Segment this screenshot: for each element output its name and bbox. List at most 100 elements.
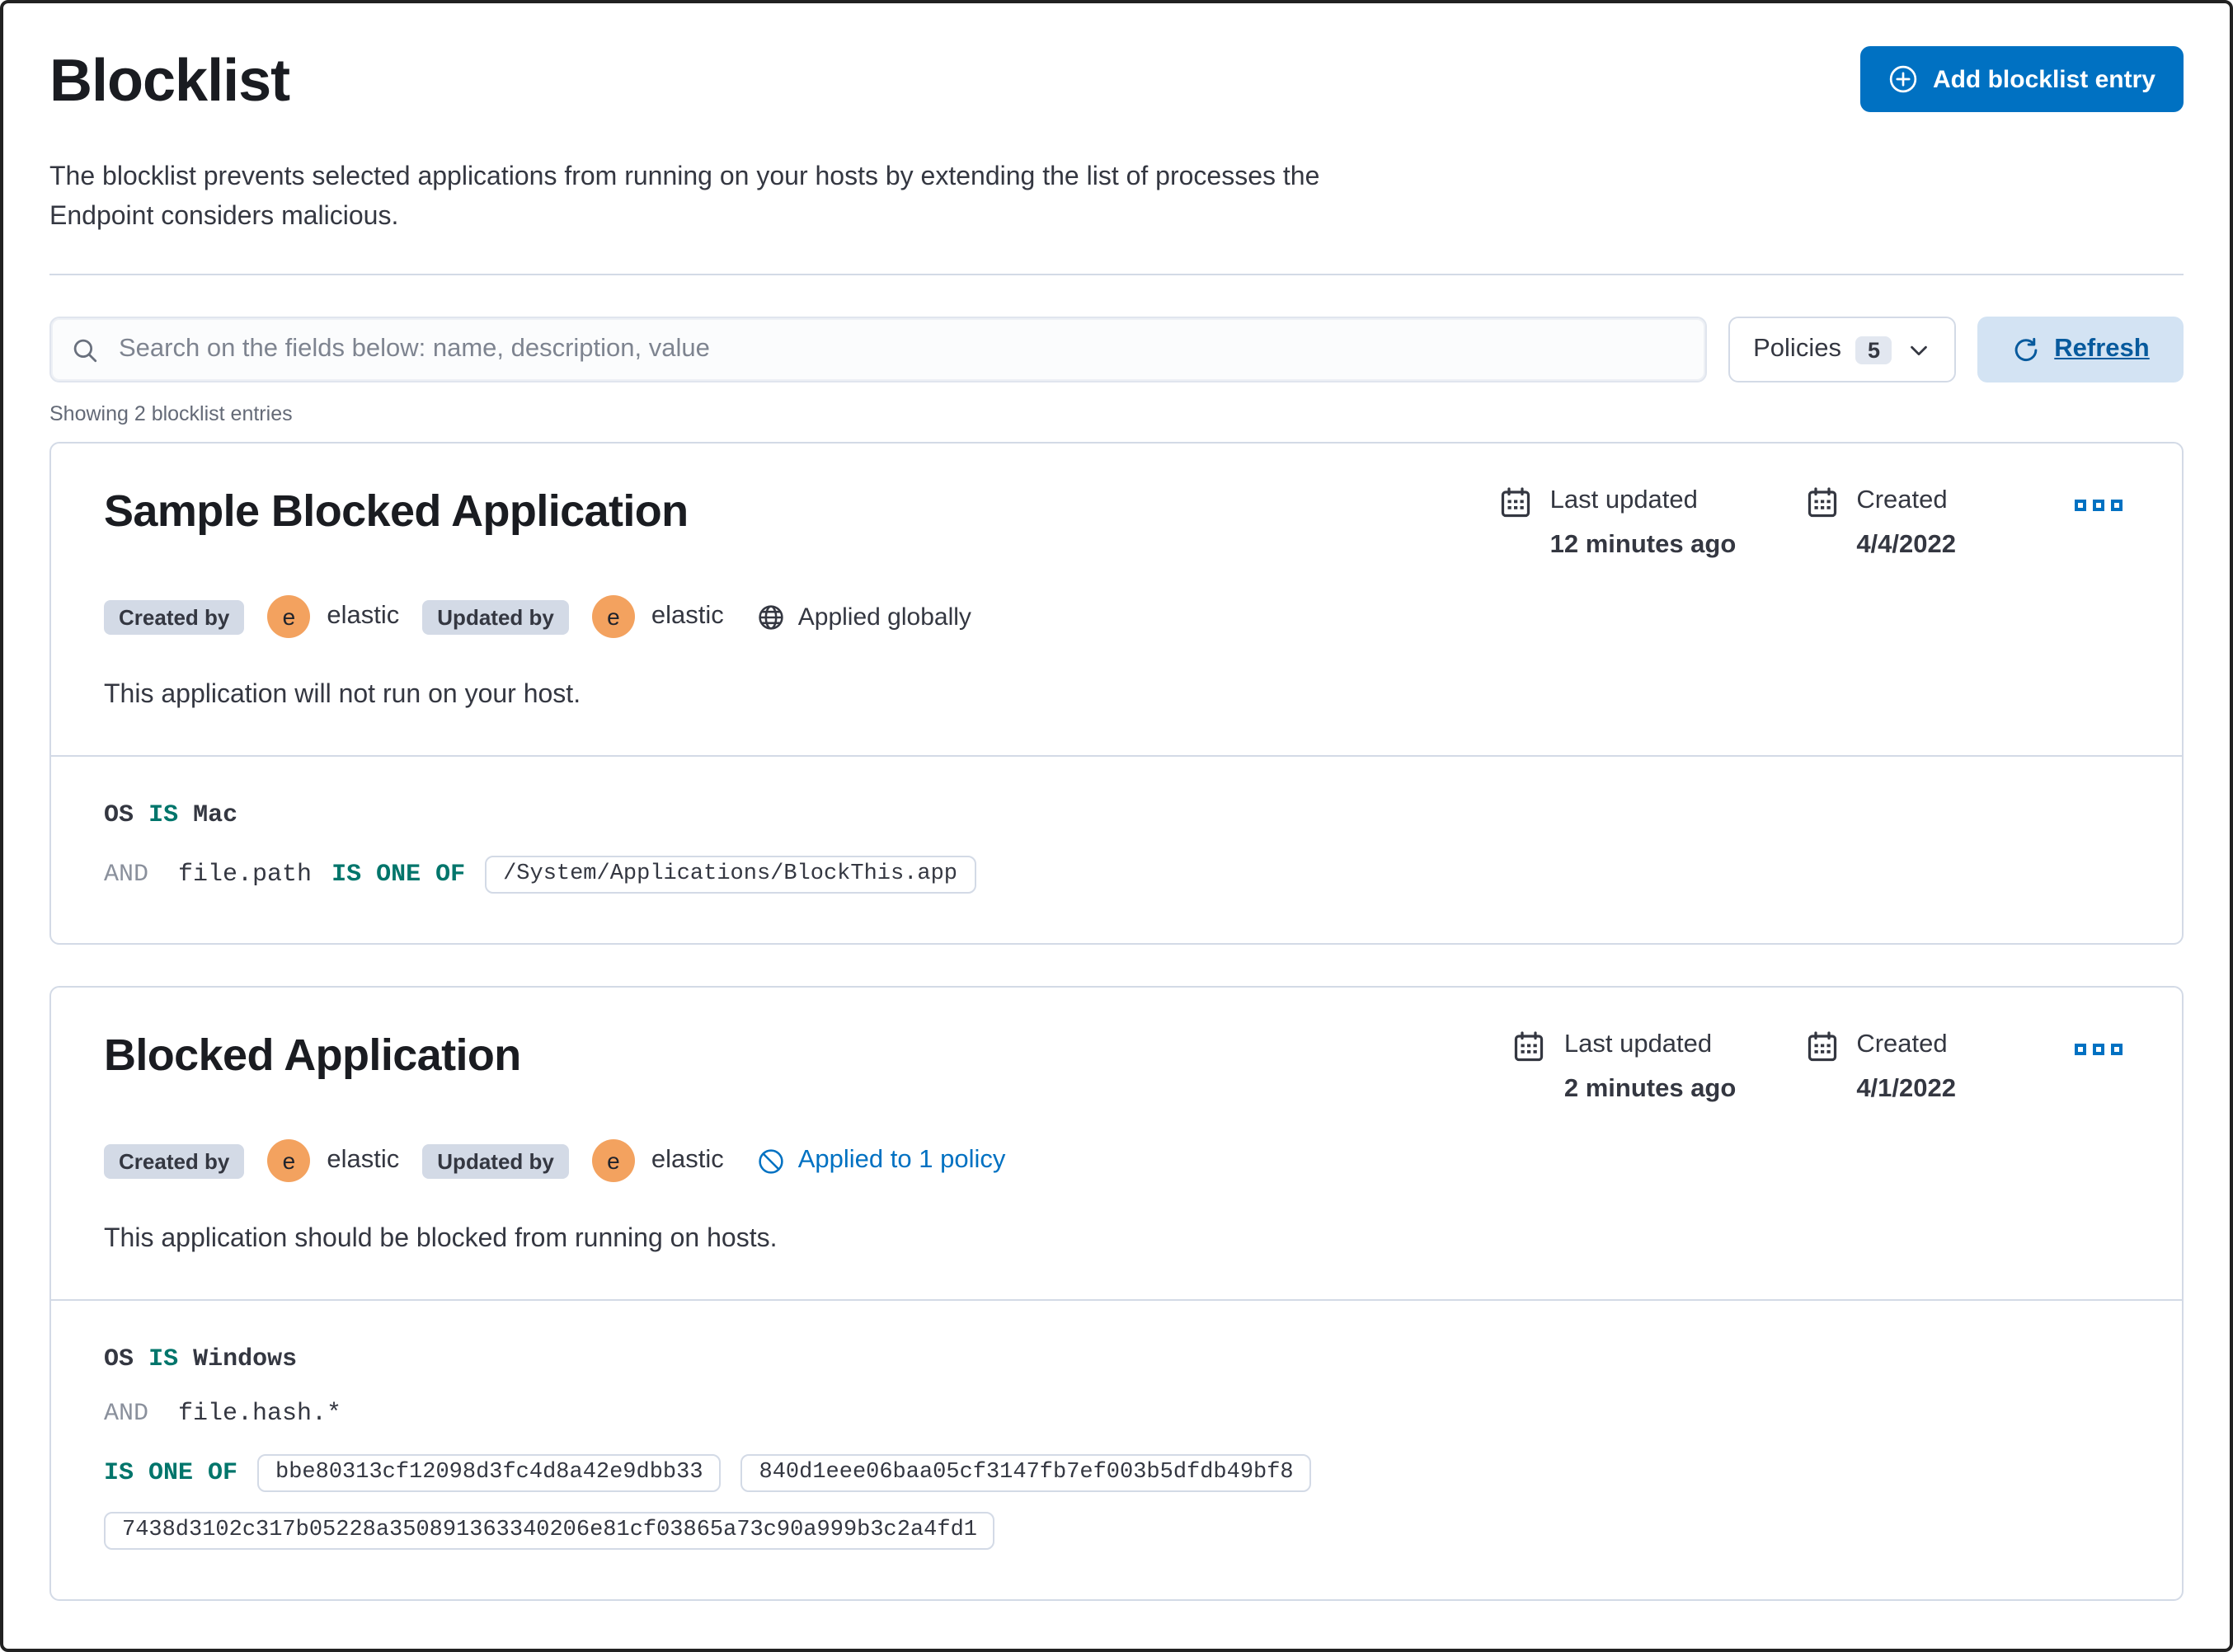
pagination: 1: [2048, 1645, 2184, 1652]
boxes-horizontal-icon: [2075, 500, 2086, 511]
last-updated-label: Last updated: [1563, 1030, 1713, 1058]
search-input[interactable]: [115, 333, 1686, 366]
avatar: e: [267, 1139, 311, 1182]
is-one-of-operator: IS ONE OF: [104, 1459, 238, 1487]
updated-by-badge: Updated by: [422, 599, 569, 634]
created-group: Created 4/4/2022: [1805, 486, 1956, 561]
entry-criteria: OS IS Mac AND file.path IS ONE OF /Syste…: [51, 757, 2182, 943]
search-box[interactable]: [49, 317, 1708, 382]
chevron-down-icon: [1906, 337, 1931, 362]
criteria-values-line: IS ONE OF bbe80313cf12098d3fc4d8a42e9dbb…: [104, 1454, 2129, 1550]
created-value: 4/4/2022: [1856, 531, 1956, 559]
and-conjunction: AND: [104, 861, 149, 889]
blocklist-entry-card: Blocked Application Last updated 2 minut…: [49, 986, 2184, 1601]
condition-field: file.path: [178, 861, 313, 889]
created-by-user: elastic: [327, 602, 400, 630]
calendar-icon: [1805, 486, 1838, 561]
entry-title: Sample Blocked Application: [104, 486, 689, 536]
policies-filter-label: Policies: [1753, 335, 1841, 363]
os-value: Windows: [193, 1345, 298, 1373]
is-operator: IS: [148, 1345, 179, 1373]
entry-actions-menu-button[interactable]: [2068, 493, 2129, 518]
search-icon: [71, 336, 99, 364]
last-updated-column: Last updated 12 minutes ago: [1550, 486, 1737, 561]
calendar-icon: [1513, 1030, 1546, 1105]
criteria-condition-line: AND file.path IS ONE OF /System/Applicat…: [104, 856, 2129, 894]
table-footer: Rows per page: 10 1: [49, 1645, 2184, 1652]
blocklist-page: Blocklist Add blocklist entry The blockl…: [0, 0, 2233, 1652]
condition-value-pill: 7438d3102c317b05228a350891363340206e81cf…: [104, 1512, 995, 1550]
refresh-icon: [2011, 336, 2039, 364]
entry-description: This application will not run on your ho…: [104, 681, 581, 709]
avatar: e: [591, 595, 635, 638]
updated-by-user: elastic: [651, 602, 724, 630]
last-updated-value: 2 minutes ago: [1563, 1075, 1737, 1103]
created-by-badge: Created by: [104, 1143, 245, 1178]
created-by-user: elastic: [327, 1146, 400, 1174]
previous-page-button[interactable]: [2048, 1645, 2080, 1649]
applied-globally-indicator: Applied globally: [757, 603, 971, 631]
os-field: OS: [104, 1345, 134, 1373]
blocklist-entry-card: Sample Blocked Application Last updated …: [49, 442, 2184, 945]
condition-field: file.hash.*: [178, 1400, 342, 1428]
created-label: Created: [1856, 486, 1948, 514]
rows-per-page-button[interactable]: Rows per page: 10: [49, 1646, 298, 1649]
add-blocklist-entry-button[interactable]: Add blocklist entry: [1859, 46, 2184, 112]
entry-meta-row: Created by e elastic Updated by e elasti…: [51, 1139, 2182, 1182]
criteria-os-line: OS IS Mac: [104, 801, 2129, 829]
os-field: OS: [104, 801, 134, 829]
os-value: Mac: [193, 801, 238, 829]
chevron-right-icon: [2155, 1649, 2180, 1652]
applied-to-policy-link[interactable]: Applied to 1 policy: [757, 1146, 1006, 1176]
entry-title: Blocked Application: [104, 1030, 521, 1080]
entry-criteria: OS IS Windows AND file.hash.* IS ONE OF …: [51, 1301, 2182, 1599]
created-value: 4/1/2022: [1856, 1075, 1956, 1103]
controls-row: Policies 5 Refresh: [49, 317, 2184, 382]
last-updated-column: Last updated 2 minutes ago: [1564, 1030, 1736, 1105]
criteria-condition-line: AND file.hash.*: [104, 1400, 2129, 1428]
globe-icon: [757, 603, 785, 631]
refresh-label: Refresh: [2054, 335, 2150, 363]
entry-dates-block: Last updated 12 minutes ago Created 4/4/…: [1499, 486, 2129, 561]
refresh-button[interactable]: Refresh: [1977, 317, 2184, 382]
last-updated-label: Last updated: [1549, 486, 1698, 514]
header-divider: [49, 274, 2184, 275]
scale-wrapper: Blocklist Add blocklist entry The blockl…: [0, 0, 2233, 1652]
updated-by-user: elastic: [651, 1146, 724, 1174]
partial-policy-icon: [757, 1147, 785, 1175]
rows-per-page-label: Rows per page: 10: [59, 1648, 253, 1649]
page-number-1[interactable]: 1: [2109, 1648, 2123, 1649]
condition-value-pill: 840d1eee06baa05cf3147fb7ef003b5dfdb49bf8: [740, 1454, 1312, 1492]
page-description: The blocklist prevents selected applicat…: [49, 158, 2184, 237]
next-page-button[interactable]: [2152, 1645, 2184, 1652]
last-updated-group: Last updated 12 minutes ago: [1499, 486, 1737, 561]
updated-by-badge: Updated by: [422, 1143, 569, 1178]
results-count-text: Showing 2 blocklist entries: [49, 402, 293, 425]
avatar: e: [267, 595, 311, 638]
created-column: Created 4/1/2022: [1856, 1030, 1956, 1105]
calendar-icon: [1805, 1030, 1838, 1105]
entry-card-header: Blocked Application Last updated 2 minut…: [51, 988, 2182, 1105]
policies-count-badge: 5: [1855, 336, 1892, 364]
is-one-of-operator: IS ONE OF: [331, 861, 466, 889]
boxes-horizontal-icon: [2075, 1044, 2086, 1055]
applied-to-policy-label: Applied to 1 policy: [797, 1146, 1006, 1174]
condition-value-pill: /System/Applications/BlockThis.app: [485, 856, 975, 894]
entry-meta-row: Created by e elastic Updated by e elasti…: [51, 595, 2182, 638]
criteria-os-line: OS IS Windows: [104, 1345, 2129, 1373]
last-updated-value: 12 minutes ago: [1549, 531, 1737, 559]
last-updated-group: Last updated 2 minutes ago: [1513, 1030, 1736, 1105]
entry-actions-menu-button[interactable]: [2068, 1037, 2129, 1062]
entry-dates-block: Last updated 2 minutes ago Created 4/1/2…: [1513, 1030, 2129, 1105]
page-title: Blocklist: [49, 46, 290, 114]
and-conjunction: AND: [104, 1400, 149, 1428]
calendar-icon: [1499, 486, 1532, 561]
page-description-line1: The blocklist prevents selected applicat…: [49, 163, 1320, 191]
page-header: Blocklist Add blocklist entry: [49, 40, 2184, 115]
is-operator: IS: [148, 801, 179, 829]
page-description-line2: Endpoint considers malicious.: [49, 203, 399, 231]
avatar: e: [591, 1139, 635, 1182]
policies-filter-button[interactable]: Policies 5: [1728, 317, 1956, 382]
condition-value-pill: bbe80313cf12098d3fc4d8a42e9dbb33: [257, 1454, 722, 1492]
add-blocklist-entry-label: Add blocklist entry: [1932, 65, 2155, 93]
